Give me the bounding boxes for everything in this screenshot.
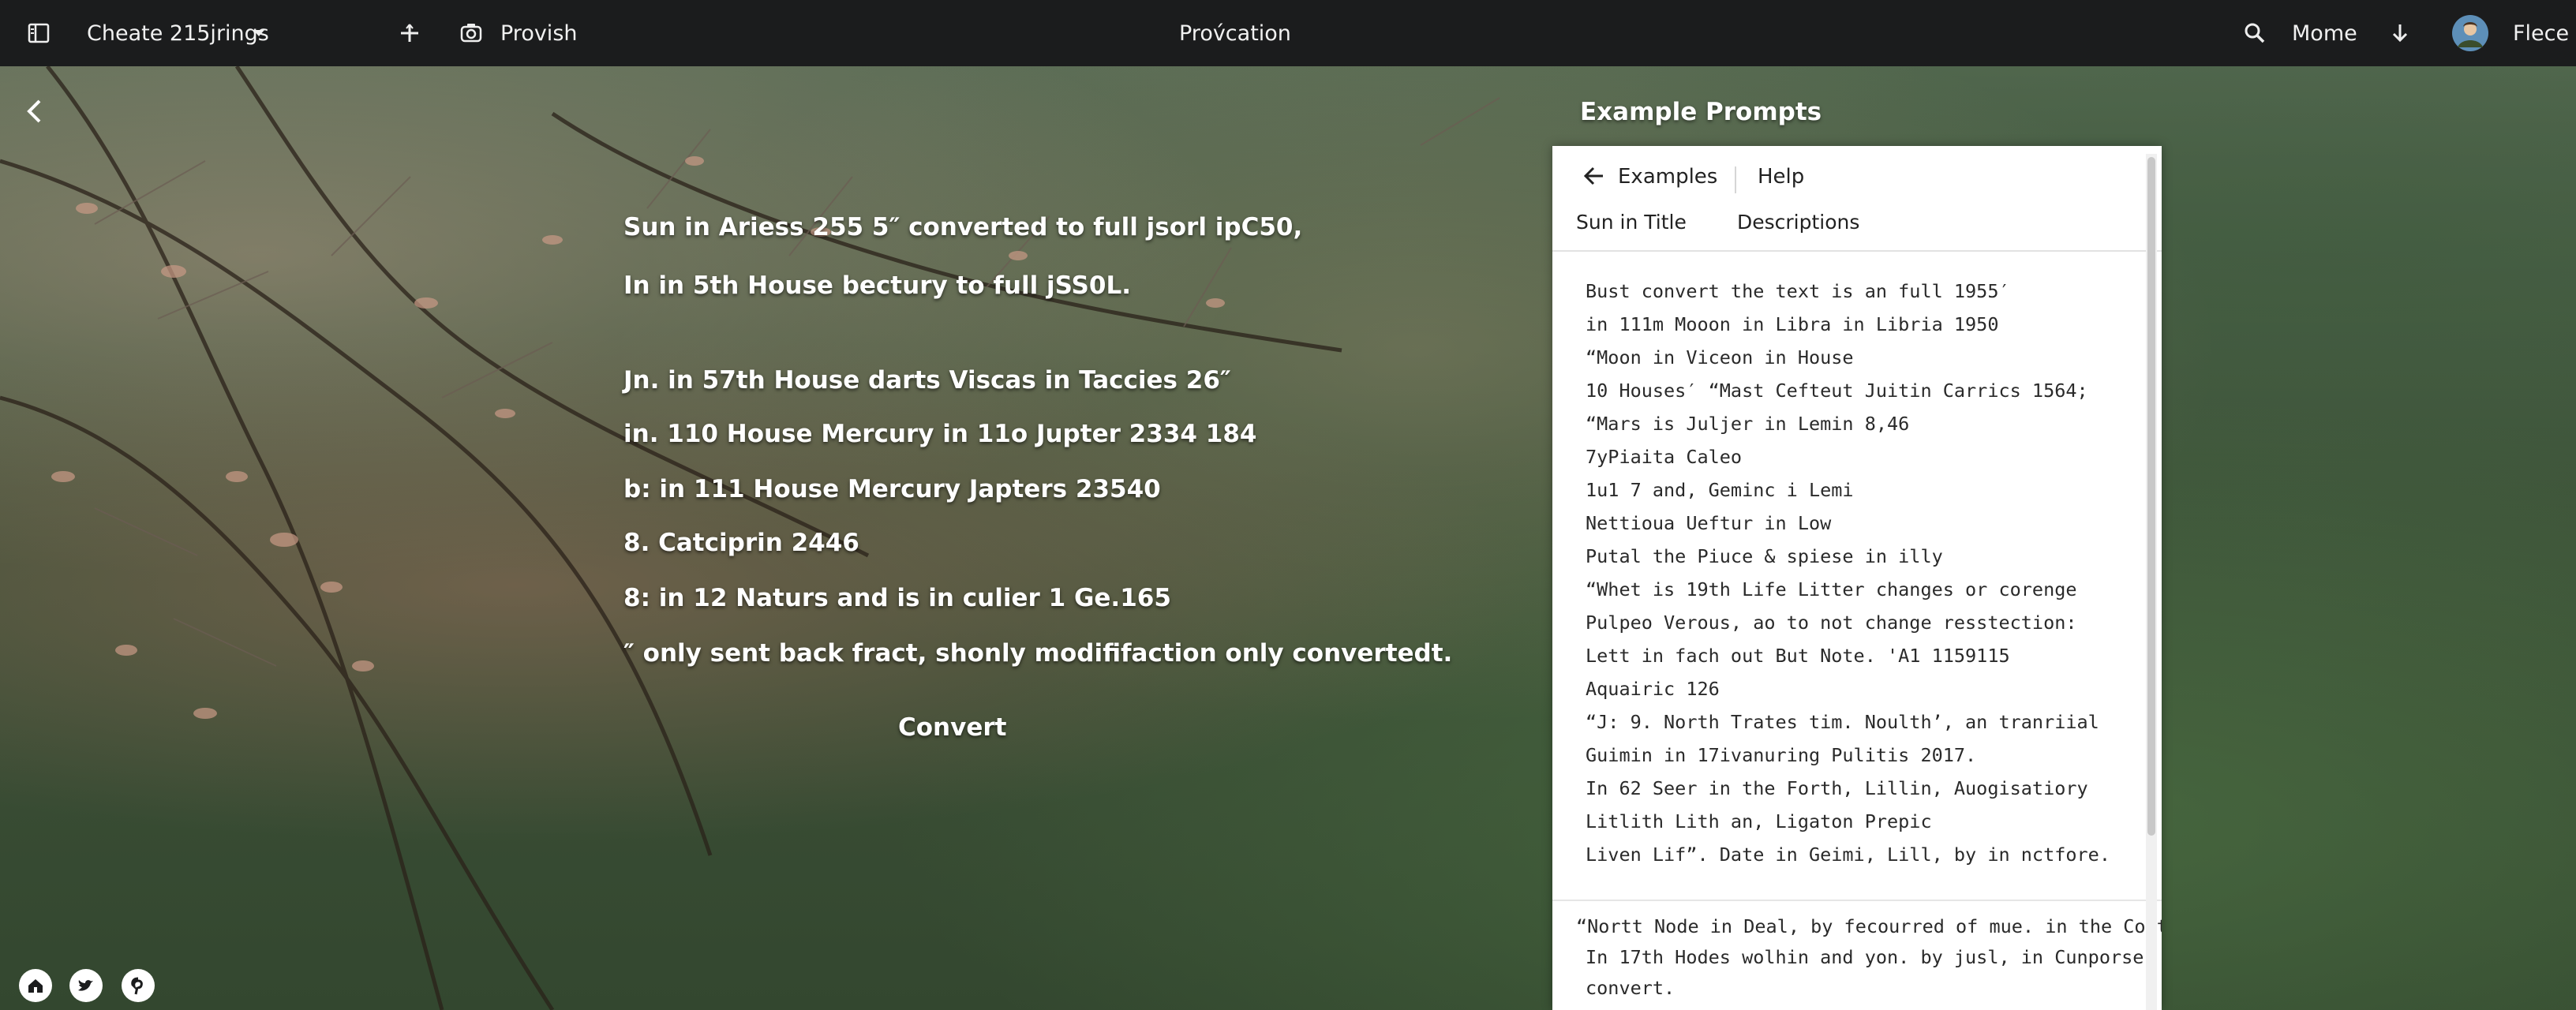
list-item[interactable]: 10 Houses′ “Mast Cefteut Juitin Carrics …	[1586, 380, 2088, 402]
text-line: Jn. in 57th House darts Viscas in Taccie…	[623, 366, 1231, 395]
example-prompts-panel: Examples Help Sun in Title Descriptions …	[1552, 146, 2162, 1010]
list-item[interactable]: Lett in fach out But Note. 'A1 1159115	[1586, 645, 2010, 667]
avatar[interactable]	[2451, 0, 2489, 66]
list-item[interactable]: convert.	[1586, 977, 1675, 999]
text-line: 8: in 12 Naturs and is in culier 1 Ge.16…	[623, 584, 1171, 612]
search-icon[interactable]	[2243, 0, 2267, 66]
text-line: Sun in Ariess 255 5″ converted to full j…	[623, 213, 1303, 241]
chevron-down-icon[interactable]	[249, 0, 268, 66]
background-image	[0, 66, 2576, 1010]
list-item[interactable]: In 17th Hodes wolhin and yon. by jusl, i…	[1586, 946, 2144, 968]
panel-title: Example Prompts	[1580, 98, 1822, 126]
list-item[interactable]: Pulpeo Verous, ao to not change resstect…	[1586, 612, 2077, 634]
twitter-icon[interactable]	[69, 969, 103, 1002]
text-line: in. 110 House Mercury in 11o Jupter 2334…	[623, 420, 1257, 448]
tab-sun-in-title[interactable]: Sun in Title	[1576, 211, 1687, 234]
list-item[interactable]: Putal the Piuce & spiese in illy	[1586, 545, 1943, 567]
convert-button[interactable]: Convert	[898, 713, 1006, 742]
list-item[interactable]: Nettioua Ueftur in Low	[1586, 512, 1831, 534]
examples-tab[interactable]: Examples	[1618, 165, 1717, 189]
list-item[interactable]: Guimin in 17ivanuring Pulitis 2017.	[1586, 744, 1976, 766]
text-line: ″ only sent back fract, shonly modififac…	[623, 639, 1453, 668]
section-divider	[1552, 900, 2162, 901]
list-item[interactable]: 1u1 7 and, Geminc i Lemi	[1586, 479, 1854, 501]
top-bar: Cheate 215jrings Provish Prov́cation Mom…	[0, 0, 2576, 66]
download-icon[interactable]	[2388, 0, 2412, 66]
plus-icon[interactable]	[398, 0, 421, 66]
provish-link[interactable]: Provish	[500, 0, 578, 66]
back-arrow-icon[interactable]	[1582, 165, 1604, 190]
list-item[interactable]: Bust convert the text is an full 1955′	[1586, 280, 2010, 302]
list-item[interactable]: In 62 Seer in the Forth, Lillin, Auogisa…	[1586, 777, 2088, 799]
list-item[interactable]: Litlith Lith an, Ligaton Prepic	[1586, 810, 1932, 832]
text-line: In in 5th House bectury to full jSS0L.	[623, 271, 1131, 300]
list-item[interactable]: in 111m Mooon in Libra in Libria 1950	[1586, 313, 1998, 335]
list-item[interactable]: “Moon in Viceon in House	[1586, 346, 1854, 368]
panel-tabs: Sun in Title Descriptions	[1552, 211, 2162, 252]
help-tab[interactable]: Help	[1758, 165, 1804, 189]
header-divider	[1735, 166, 1736, 193]
scrollbar-thumb[interactable]	[2147, 157, 2155, 836]
project-name[interactable]: Cheate 215jrings	[87, 0, 269, 66]
tab-descriptions[interactable]: Descriptions	[1737, 211, 1859, 234]
user-name[interactable]: Flece	[2513, 0, 2569, 66]
list-item[interactable]: “Nortt Node in Deal, by fecourred of mue…	[1576, 915, 2162, 937]
pinterest-icon[interactable]	[122, 969, 155, 1002]
panel-header: Examples Help	[1552, 146, 2162, 211]
text-line: b: in 111 House Mercury Japters 23540	[623, 475, 1161, 503]
text-line: 8. Catciprin 2446	[623, 529, 859, 557]
camera-icon[interactable]	[459, 0, 483, 66]
list-item[interactable]: 7yPiaita Caleo	[1586, 446, 1742, 468]
list-item[interactable]: “Whet is 19th Life Litter changes or cor…	[1586, 578, 2077, 600]
sidebar-toggle-icon[interactable]	[27, 0, 51, 66]
home-icon[interactable]	[19, 969, 52, 1002]
mome-link[interactable]: Mome	[2292, 0, 2357, 66]
list-item[interactable]: Liven Lif”. Date in Geimi, Lill, by in n…	[1586, 844, 2110, 866]
list-item[interactable]: Aquairic 126	[1586, 678, 1720, 700]
list-item[interactable]: “Mars is Juljer in Lemin 8,46	[1586, 413, 1909, 435]
page-title: Prov́cation	[1179, 21, 1291, 46]
back-arrow-icon[interactable]	[21, 96, 51, 129]
list-item[interactable]: “J: 9. North Trates tim. Noulth’, an tra…	[1586, 711, 2099, 733]
